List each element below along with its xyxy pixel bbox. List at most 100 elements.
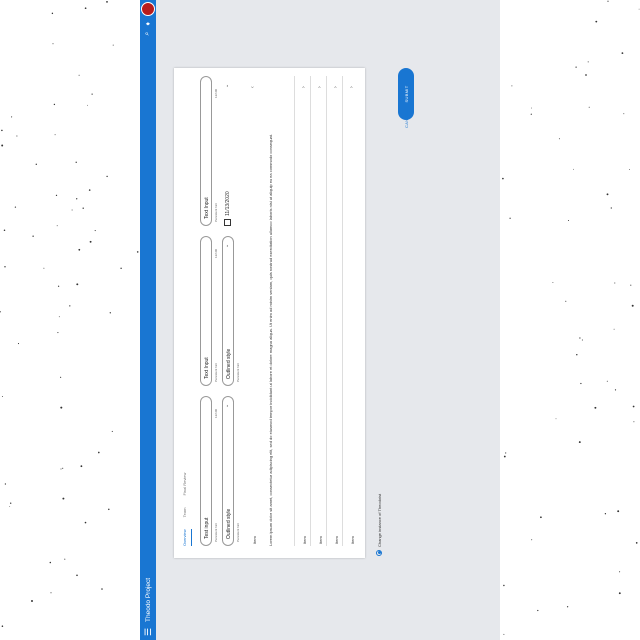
speckle — [54, 134, 56, 136]
speckle — [76, 574, 78, 577]
text-input-1[interactable]: Test input — [200, 396, 212, 546]
helper-text-4: Persistent hint — [236, 522, 240, 542]
speckle — [623, 113, 625, 115]
radio-icon[interactable] — [376, 550, 382, 556]
tab-final-review[interactable]: Final Review — [180, 473, 192, 496]
speckle — [78, 74, 80, 76]
speckle — [606, 193, 609, 196]
speckle — [619, 571, 621, 573]
text-input-3[interactable]: Text Input — [200, 76, 212, 226]
form-card: Overview Team Final Review Test input Pe… — [174, 68, 365, 558]
speckle — [552, 281, 554, 283]
speckle — [31, 600, 33, 602]
outlined-input-1[interactable]: Outlined style — [222, 396, 234, 546]
outlined-input-2[interactable]: Outlined style — [222, 236, 234, 386]
speckle — [17, 343, 20, 345]
helper-text-5: Persistent hint — [236, 362, 240, 382]
speckle — [55, 194, 58, 197]
chevron-right-icon[interactable]: › — [301, 86, 307, 88]
speckle — [106, 175, 108, 178]
radio-option[interactable]: Change instance of Theodoist — [376, 494, 382, 556]
counter-2: 12/100 — [214, 248, 218, 258]
counter-1: 12/100 — [214, 408, 218, 418]
list-item[interactable]: Item — [302, 536, 307, 544]
speckle — [69, 305, 71, 307]
expand-icon[interactable]: ‹ — [250, 86, 256, 88]
speckle — [109, 312, 111, 314]
speckle — [64, 558, 66, 560]
counter-3: 12/100 — [214, 88, 218, 98]
speckle — [614, 389, 617, 391]
chevron-right-icon[interactable]: › — [333, 86, 339, 88]
speckle — [631, 304, 634, 307]
search-icon[interactable]: ⌕ — [144, 32, 152, 36]
speckle — [558, 138, 560, 140]
speckle — [594, 406, 597, 409]
speckle — [106, 1, 108, 3]
speckle — [630, 284, 632, 286]
speckle — [62, 467, 64, 469]
radio-label: Change instance of Theodoist — [376, 493, 382, 547]
speckle — [84, 521, 87, 524]
speckle — [617, 510, 620, 513]
speckle — [35, 163, 37, 165]
speckle — [4, 483, 7, 485]
speckle — [84, 7, 87, 10]
speckle — [91, 93, 93, 95]
speckle — [52, 43, 54, 45]
speckle — [53, 103, 56, 106]
tab-team[interactable]: Team — [180, 508, 192, 518]
chevron-right-icon[interactable]: › — [349, 86, 355, 88]
divider — [294, 76, 295, 546]
speckle — [60, 406, 63, 409]
speckle — [49, 561, 52, 564]
speckle — [88, 189, 91, 191]
speckle — [555, 418, 557, 420]
speckle — [1, 396, 3, 397]
chevron-down-icon[interactable]: ⌄ — [224, 404, 230, 408]
speckle — [511, 85, 513, 87]
speckle — [505, 452, 507, 454]
speckle — [120, 267, 122, 270]
speckle — [136, 251, 139, 253]
cancel-button[interactable]: CANCEL — [404, 110, 409, 128]
speckle — [576, 353, 578, 356]
speckle — [108, 508, 110, 511]
menu-icon[interactable]: ☰ — [143, 624, 154, 640]
text-input-2[interactable]: Text Input — [200, 236, 212, 386]
speckle — [1, 625, 4, 627]
helper-text-2: Persistent hint — [214, 362, 218, 382]
list-item[interactable]: Item — [334, 536, 339, 544]
tab-overview[interactable]: Overview — [180, 529, 192, 546]
item-heading: Item — [252, 536, 257, 544]
speckle — [11, 116, 13, 118]
speckle — [573, 168, 575, 170]
speckle — [613, 328, 615, 330]
speckle — [537, 609, 539, 612]
speckle — [585, 74, 587, 76]
chevron-down-icon[interactable]: ⌄ — [224, 244, 230, 248]
chevron-right-icon[interactable]: › — [317, 86, 323, 88]
chevron-down-icon[interactable]: ⌄ — [224, 84, 230, 88]
speckle — [618, 592, 621, 595]
speckle — [1, 144, 4, 147]
list-item[interactable]: Item — [350, 536, 355, 544]
speckle — [606, 380, 608, 382]
speckle — [503, 455, 506, 458]
speckle — [614, 282, 616, 284]
speckle — [10, 502, 12, 504]
date-field[interactable]: 11/13/2020 — [224, 191, 231, 226]
avatar[interactable] — [141, 2, 155, 16]
app-window: ☰ Theodo Project ⌕ ♦ Overview Team Final… — [140, 0, 500, 640]
speckle — [75, 161, 77, 163]
list-item[interactable]: Item — [318, 536, 323, 544]
speckle — [588, 106, 590, 108]
speckle — [57, 332, 59, 334]
notifications-icon[interactable]: ♦ — [145, 22, 152, 26]
speckle — [111, 430, 113, 432]
speckle — [94, 230, 96, 232]
speckle — [633, 421, 635, 423]
speckle — [509, 217, 511, 219]
speckle — [610, 207, 612, 209]
speckle — [60, 468, 62, 470]
